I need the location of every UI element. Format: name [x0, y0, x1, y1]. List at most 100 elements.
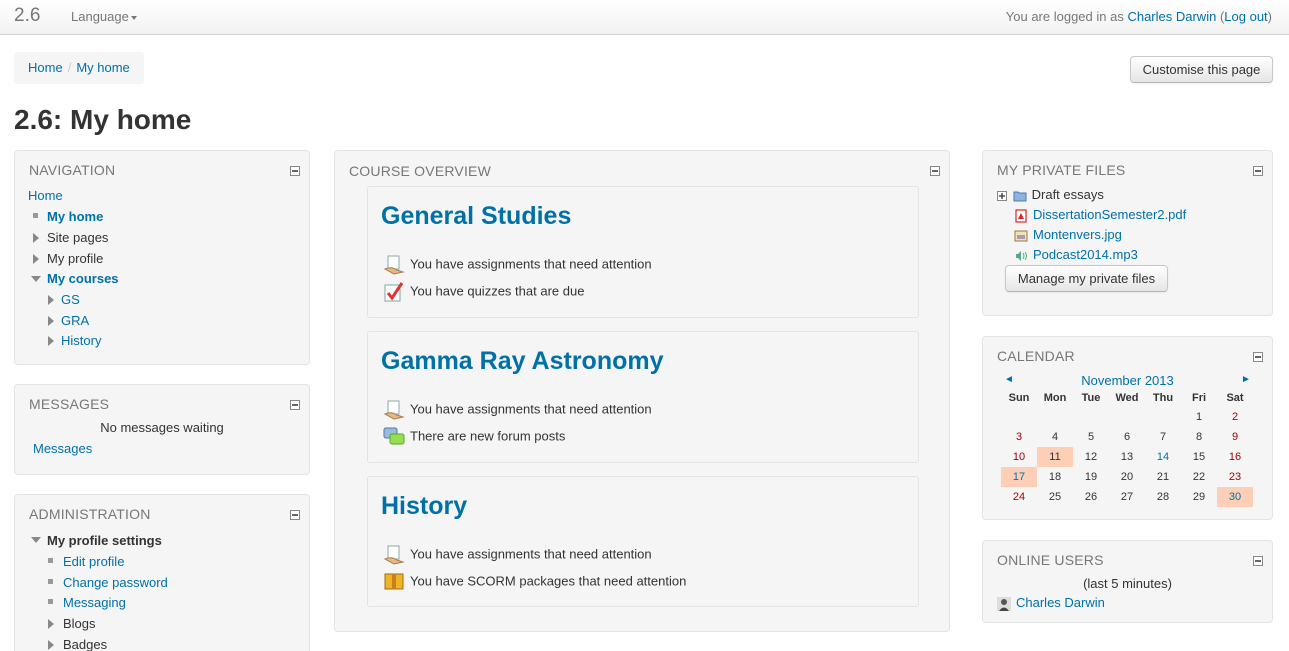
file-row[interactable]: Podcast2014.mp3 [1014, 247, 1138, 263]
expand-arrow-icon[interactable] [48, 316, 54, 326]
customise-page-button[interactable]: Customise this page [1130, 56, 1273, 83]
user-link[interactable]: Charles Darwin [1127, 9, 1216, 24]
bullet-icon [33, 213, 38, 218]
next-month-arrow-icon[interactable]: ► [1241, 374, 1251, 385]
calendar-day: 28 [1156, 491, 1170, 503]
pdf-file-icon [1014, 209, 1028, 223]
course-title-link[interactable]: General Studies [381, 202, 571, 231]
calendar-day: 29 [1192, 491, 1206, 503]
calendar-day: 7 [1159, 431, 1167, 443]
manage-private-files-button[interactable]: Manage my private files [1005, 265, 1168, 292]
calendar-week-row: 3 4 5 6 7 8 9 [1001, 427, 1253, 447]
collapse-block-icon[interactable] [1253, 556, 1263, 566]
course-title-link[interactable]: History [381, 492, 467, 521]
online-user-link[interactable]: Charles Darwin [1016, 595, 1105, 610]
caret-down-icon [130, 15, 137, 20]
admin-badges[interactable]: Badges [63, 637, 107, 651]
nav-course-gs[interactable]: GS [61, 292, 80, 307]
messages-link[interactable]: Messages [33, 441, 92, 456]
file-row[interactable]: Montenvers.jpg [1014, 227, 1122, 243]
admin-edit-profile[interactable]: Edit profile [63, 554, 124, 569]
admin-messaging[interactable]: Messaging [63, 595, 126, 610]
calendar-day: 25 [1048, 491, 1062, 503]
collapse-block-icon[interactable] [290, 510, 300, 520]
expand-arrow-icon[interactable] [33, 233, 39, 243]
calendar-event-day[interactable]: 11 [1037, 447, 1073, 467]
weekday-header: Sun [1008, 392, 1030, 404]
admin-change-password[interactable]: Change password [63, 575, 168, 590]
file-link[interactable]: Montenvers.jpg [1033, 227, 1122, 242]
online-users-block: ONLINE USERS (last 5 minutes) Charles Da… [982, 540, 1273, 623]
admin-profile-settings[interactable]: My profile settings [47, 533, 162, 548]
calendar-day: 12 [1084, 451, 1098, 463]
calendar-day: 21 [1156, 471, 1170, 483]
expand-arrow-icon[interactable] [48, 619, 54, 629]
nav-site-pages[interactable]: Site pages [47, 230, 108, 245]
calendar-day: 24 [1012, 491, 1026, 503]
nav-course-history[interactable]: History [61, 333, 101, 348]
collapse-block-icon[interactable] [930, 166, 940, 176]
file-link[interactable]: Podcast2014.mp3 [1033, 247, 1138, 262]
logout-close-paren: ) [1267, 9, 1272, 24]
collapse-arrow-icon[interactable] [31, 276, 41, 282]
calendar-day: 27 [1120, 491, 1134, 503]
course-alert[interactable]: You have assignments that need attention [383, 255, 652, 275]
nav-my-profile[interactable]: My profile [47, 251, 103, 266]
calendar-event-day[interactable]: 17 [1001, 467, 1037, 487]
calendar-event-day[interactable]: 30 [1217, 487, 1253, 507]
breadcrumb-separator: / [67, 60, 72, 75]
collapse-block-icon[interactable] [1253, 352, 1263, 362]
nav-home-link[interactable]: Home [28, 188, 63, 203]
collapse-block-icon[interactable] [290, 400, 300, 410]
collapse-arrow-icon[interactable] [31, 537, 41, 543]
file-link[interactable]: DissertationSemester2.pdf [1033, 207, 1186, 222]
file-row[interactable]: DissertationSemester2.pdf [1014, 207, 1186, 223]
administration-title: ADMINISTRATION [29, 506, 151, 522]
logout-link[interactable]: Log out [1224, 9, 1267, 24]
calendar-day [1001, 407, 1037, 427]
language-menu[interactable]: Language [71, 9, 137, 24]
course-alert[interactable]: You have assignments that need attention [383, 400, 652, 420]
navigation-title: NAVIGATION [29, 162, 116, 178]
calendar-day: 6 [1123, 431, 1131, 443]
expand-arrow-icon[interactable] [48, 295, 54, 305]
expand-arrow-icon[interactable] [48, 336, 54, 346]
nav-my-courses-link[interactable]: My courses [47, 271, 119, 286]
course-alert[interactable]: You have assignments that need attention [383, 545, 652, 565]
course-overview-title: COURSE OVERVIEW [349, 163, 491, 179]
course-alert[interactable]: There are new forum posts [383, 427, 565, 447]
expand-arrow-icon[interactable] [33, 254, 39, 264]
course-card: History You have assignments that need a… [367, 476, 919, 607]
calendar-weekday-row: Sun Mon Tue Wed Thu Fri Sat [1001, 389, 1253, 407]
calendar-today[interactable]: 14 [1145, 447, 1181, 467]
quiz-checkmark-icon [383, 282, 405, 302]
nav-course-gra[interactable]: GRA [61, 313, 89, 328]
admin-blogs[interactable]: Blogs [63, 616, 96, 631]
private-files-title: MY PRIVATE FILES [997, 162, 1126, 178]
navigation-block: NAVIGATION Home My home Site pages My pr… [14, 150, 310, 365]
online-users-title: ONLINE USERS [997, 552, 1104, 568]
calendar-title: CALENDAR [997, 348, 1075, 364]
calendar-day: 4 [1051, 431, 1059, 443]
course-alert-text: You have assignments that need attention [410, 401, 652, 417]
expand-plus-icon[interactable] [997, 190, 1007, 201]
course-alert[interactable]: You have quizzes that are due [383, 282, 584, 302]
weekday-header: Wed [1115, 392, 1139, 404]
course-alert[interactable]: You have SCORM packages that need attent… [383, 572, 686, 592]
breadcrumb: Home / My home [14, 52, 144, 84]
expand-arrow-icon[interactable] [48, 640, 54, 650]
assignment-icon [383, 545, 405, 565]
calendar-month-link[interactable]: November 2013 [983, 373, 1272, 388]
assignment-icon [383, 255, 405, 275]
course-title-link[interactable]: Gamma Ray Astronomy [381, 347, 664, 376]
nav-my-home-link[interactable]: My home [47, 209, 103, 224]
breadcrumb-my-home[interactable]: My home [76, 60, 129, 75]
course-overview-block: COURSE OVERVIEW General Studies You have… [334, 150, 950, 632]
collapse-block-icon[interactable] [1253, 166, 1263, 176]
online-user-row[interactable]: Charles Darwin [997, 595, 1105, 611]
breadcrumb-home[interactable]: Home [28, 60, 63, 75]
weekday-header: Sat [1226, 392, 1244, 404]
folder-row[interactable]: Draft essays [997, 187, 1104, 203]
site-brand[interactable]: 2.6 [14, 5, 40, 27]
collapse-block-icon[interactable] [290, 166, 300, 176]
